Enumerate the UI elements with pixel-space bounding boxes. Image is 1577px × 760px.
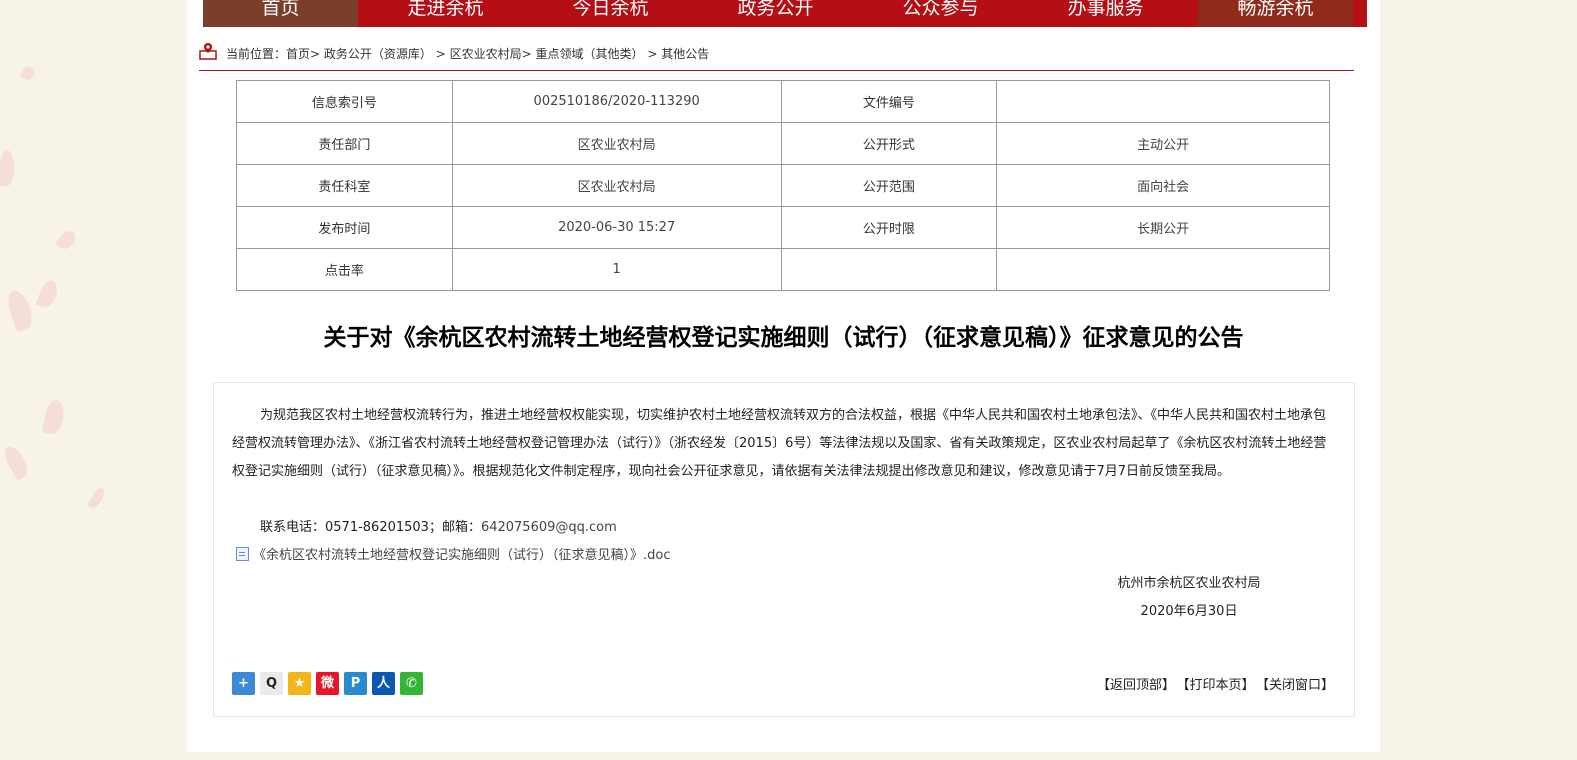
table-cell: 2020-06-30 15:27 <box>451 206 782 249</box>
table-cell: 公开形式 <box>780 122 998 165</box>
table-cell: 信息索引号 <box>236 80 453 123</box>
nav-item-home[interactable]: 首页 <box>203 0 358 27</box>
breadcrumb-other-notices[interactable]: 其他公告 <box>661 47 709 61</box>
table-cell: 责任科室 <box>236 164 453 207</box>
breadcrumb-key-areas[interactable]: 重点领域（其他类） <box>536 47 644 61</box>
breadcrumb: 当前位置：首页> 政务公开（资源库） > 区农业农村局> 重点领域（其他类） >… <box>199 40 1354 71</box>
decorative-petal <box>35 278 61 310</box>
table-cell: 文件编号 <box>780 80 998 123</box>
signature-date: 2020年6月30日 <box>1140 604 1238 619</box>
back-to-top-link[interactable]: 【返回顶部】 <box>1097 678 1175 693</box>
table-cell: 区农业农村局 <box>451 164 782 207</box>
nav-item-tourism[interactable]: 畅游余杭 <box>1198 0 1353 27</box>
contact-info: 联系电话：0571-86201503；邮箱：642075609@qq.com <box>260 514 1362 542</box>
breadcrumb-agri-bureau[interactable]: 区农业农村局 <box>450 47 522 61</box>
table-row: 信息索引号 002510186/2020-113290 文件编号 <box>236 80 1330 123</box>
table-cell: 公开时限 <box>780 206 998 249</box>
table-cell: 点击率 <box>236 248 453 291</box>
nav-item-services[interactable]: 办事服务 <box>1028 0 1183 27</box>
decorative-petal <box>55 227 79 253</box>
signature-org: 杭州市余杭区农业农村局 <box>1117 576 1261 591</box>
nav-item-about[interactable]: 走进余杭 <box>368 0 523 27</box>
decorative-petal <box>87 485 107 511</box>
table-cell: 面向社会 <box>996 164 1330 207</box>
renren-icon[interactable]: 人 <box>372 672 395 695</box>
wechat-icon[interactable]: ✆ <box>400 672 423 695</box>
contact-email: 642075609@qq.com <box>480 520 617 535</box>
contact-text: 联系电话：0571-86201503；邮箱： <box>260 520 481 535</box>
table-cell: 主动公开 <box>996 122 1330 165</box>
tencent-weibo-icon[interactable]: P <box>344 672 367 695</box>
breadcrumb-label: 当前位置： <box>226 47 287 61</box>
article-content: 为规范我区农村土地经营权流转行为，推进土地经营权权能实现，切实维护农村土地经营权… <box>213 382 1355 717</box>
nav-item-gov-affairs[interactable]: 政务公开 <box>698 0 853 27</box>
decorative-petal <box>0 443 32 481</box>
page-container: 首页 走进余杭 今日余杭 政务公开 公众参与 办事服务 畅游余杭 当前位置：首页… <box>187 0 1380 752</box>
decorative-petal <box>42 398 66 436</box>
share-bar: + Q ★ 微 P 人 ✆ <box>232 672 428 696</box>
qq-icon[interactable]: Q <box>260 672 283 695</box>
article-title: 关于对《余杭区农村流转土地经营权登记实施细则（试行）（征求意见稿）》征求意见的公… <box>323 325 1244 351</box>
table-cell: 长期公开 <box>996 206 1330 249</box>
table-cell: 002510186/2020-113290 <box>451 80 782 123</box>
attachment-link[interactable]: 《余杭区农村流转土地经营权登记实施细则（试行）（征求意见稿）》.doc <box>236 542 671 570</box>
breadcrumb-gov-affairs[interactable]: 政务公开（资源库） <box>324 47 432 61</box>
table-cell: 发布时间 <box>236 206 453 249</box>
table-cell: 责任部门 <box>236 122 453 165</box>
table-row: 点击率 1 <box>236 248 1330 291</box>
table-cell <box>996 80 1330 123</box>
decorative-petal <box>3 287 37 333</box>
close-window-link[interactable]: 【关闭窗口】 <box>1262 678 1334 693</box>
info-table: 信息索引号 002510186/2020-113290 文件编号 责任部门 区农… <box>236 80 1330 291</box>
table-cell: 公开范围 <box>780 164 998 207</box>
breadcrumb-text: 当前位置：首页> 政务公开（资源库） > 区农业农村局> 重点领域（其他类） >… <box>226 47 710 61</box>
location-map-icon <box>199 43 217 60</box>
main-nav: 首页 走进余杭 今日余杭 政务公开 公众参与 办事服务 畅游余杭 <box>203 0 1367 27</box>
attachment-name: 《余杭区农村流转土地经营权登记实施细则（试行）（征求意见稿）》.doc <box>253 548 671 563</box>
nav-item-today[interactable]: 今日余杭 <box>533 0 688 27</box>
article-body: 为规范我区农村土地经营权流转行为，推进土地经营权权能实现，切实维护农村土地经营权… <box>232 408 1327 479</box>
decorative-petal <box>19 63 37 83</box>
footer-links: 【返回顶部】 【打印本页】 【关闭窗口】 <box>1089 674 1334 693</box>
table-cell <box>996 248 1330 291</box>
nav-item-participation[interactable]: 公众参与 <box>863 0 1018 27</box>
table-row: 发布时间 2020-06-30 15:27 公开时限 长期公开 <box>236 206 1330 249</box>
table-row: 责任部门 区农业农村局 公开形式 主动公开 <box>236 122 1330 165</box>
weibo-icon[interactable]: 微 <box>316 672 339 695</box>
share-more-icon[interactable]: + <box>232 672 255 695</box>
table-cell <box>780 248 998 291</box>
decorative-petal <box>0 150 14 186</box>
qzone-icon[interactable]: ★ <box>288 672 311 695</box>
table-row: 责任科室 区农业农村局 公开范围 面向社会 <box>236 164 1330 207</box>
word-document-icon <box>236 547 249 561</box>
table-cell: 1 <box>451 248 782 291</box>
print-page-link[interactable]: 【打印本页】 <box>1183 678 1255 693</box>
breadcrumb-home[interactable]: 首页 <box>286 47 310 61</box>
table-cell: 区农业农村局 <box>451 122 782 165</box>
